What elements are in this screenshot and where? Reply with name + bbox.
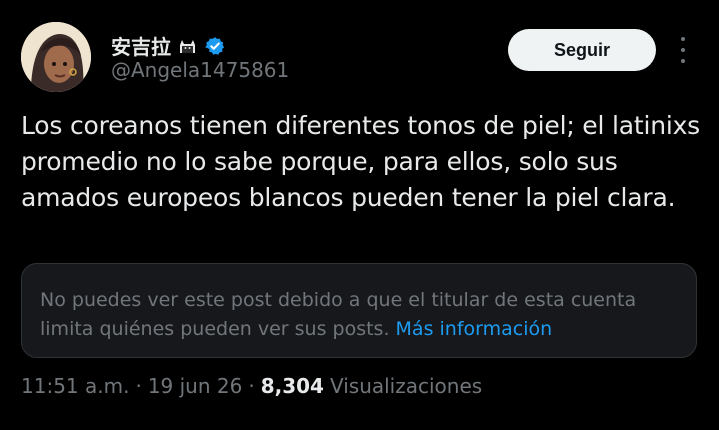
author-handle[interactable]: @Angela1475861 (111, 58, 289, 82)
avatar-image (21, 22, 91, 92)
tweet-time[interactable]: 11:51 a.m. (21, 374, 129, 398)
cat-icon (180, 39, 195, 53)
author-display-name[interactable]: 安吉拉 (111, 31, 171, 60)
more-info-link[interactable]: Más información (396, 318, 553, 340)
meta-separator: · (248, 374, 255, 398)
meta-separator: · (135, 374, 142, 398)
tweet-date[interactable]: 19 jun 26 (148, 374, 243, 398)
tweet-meta: 11:51 a.m. · 19 jun 26 · 8,304 Visualiza… (21, 374, 482, 398)
views-count: 8,304 (260, 374, 324, 398)
views-label: Visualizaciones (329, 374, 483, 398)
verified-badge-icon[interactable] (205, 36, 225, 56)
more-dots-icon[interactable] (672, 37, 694, 63)
avatar[interactable] (21, 22, 91, 92)
follow-button[interactable]: Seguir (508, 29, 656, 71)
author-name-row: 安吉拉 (111, 31, 225, 60)
restricted-post-notice: No puedes ver este post debido a que el … (21, 263, 697, 358)
notice-message: No puedes ver este post debido a que el … (40, 286, 680, 344)
tweet-text: Los coreanos tienen diferentes tonos de … (21, 111, 701, 212)
